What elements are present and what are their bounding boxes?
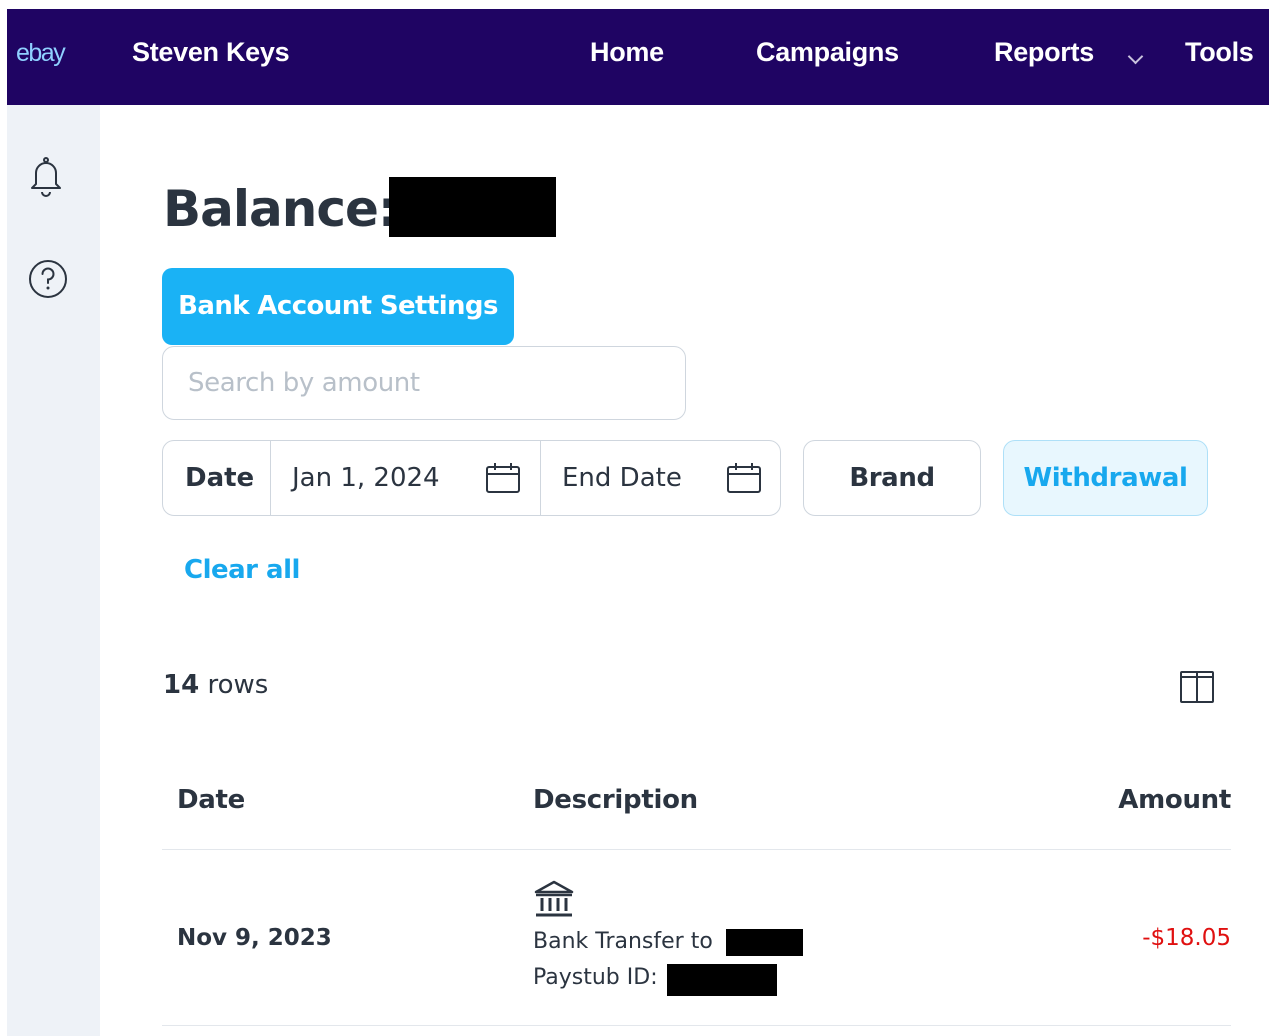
start-date-field[interactable]: Jan 1, 2024 (292, 441, 440, 515)
chevron-down-icon[interactable] (1127, 48, 1144, 65)
calendar-icon[interactable] (486, 463, 520, 497)
page-title: Balance: (163, 180, 398, 238)
column-header-date[interactable]: Date (177, 785, 245, 815)
table-divider (162, 849, 1231, 850)
ebay-logo[interactable]: ebay (16, 39, 66, 68)
divider (540, 441, 541, 515)
table-divider (162, 1025, 1231, 1026)
search-input[interactable] (162, 346, 686, 420)
nav-home[interactable]: Home (590, 37, 664, 68)
calendar-icon[interactable] (727, 463, 761, 497)
withdrawal-filter-button[interactable]: Withdrawal (1003, 440, 1208, 516)
column-header-description[interactable]: Description (533, 785, 698, 815)
columns-icon[interactable] (1180, 671, 1214, 707)
nav-tools[interactable]: Tools (1185, 37, 1254, 68)
date-range-filter: Date Jan 1, 2024 End Date (162, 440, 781, 516)
redacted-paystub-id (667, 964, 777, 996)
nav-reports[interactable]: Reports (994, 37, 1094, 68)
bell-icon[interactable] (29, 156, 63, 202)
redacted-bank-name (726, 929, 803, 956)
row-date: Nov 9, 2023 (177, 925, 332, 951)
divider (270, 441, 271, 515)
help-icon[interactable] (28, 259, 68, 303)
column-header-amount[interactable]: Amount (1118, 785, 1231, 815)
row-count: 14 rows (163, 670, 268, 700)
bank-account-settings-button[interactable]: Bank Account Settings (162, 268, 514, 345)
row-count-suffix: rows (207, 670, 269, 700)
row-description-line1: Bank Transfer to (533, 929, 713, 954)
user-name[interactable]: Steven Keys (132, 37, 290, 68)
nav-campaigns[interactable]: Campaigns (756, 37, 899, 68)
bank-icon (533, 880, 575, 922)
redacted-balance (389, 177, 556, 237)
top-navigation-bar: ebay Steven Keys Home Campaigns Reports … (7, 9, 1269, 105)
sidebar (7, 105, 100, 1036)
row-amount: -$18.05 (1142, 925, 1231, 951)
row-description-line2: Paystub ID: (533, 965, 658, 990)
end-date-field[interactable]: End Date (562, 441, 682, 515)
date-filter-label: Date (185, 463, 255, 493)
clear-all-link[interactable]: Clear all (184, 555, 300, 585)
brand-filter-button[interactable]: Brand (803, 440, 981, 516)
row-count-number: 14 (163, 670, 200, 700)
